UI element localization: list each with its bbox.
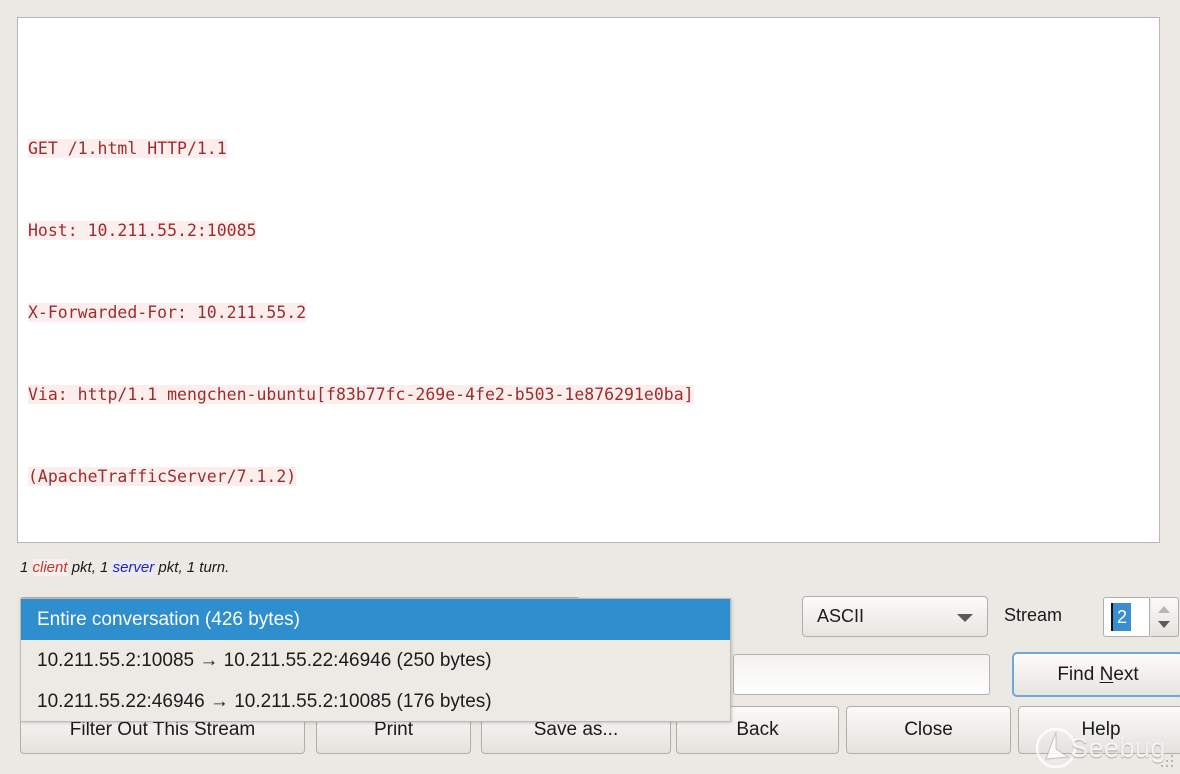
client-keyword: client (33, 559, 68, 576)
find-next-label-suffix: ext (1113, 664, 1138, 685)
stream-content-view[interactable]: GET /1.html HTTP/1.1 Host: 10.211.55.2:1… (17, 17, 1160, 543)
window-resize-grip[interactable] (1159, 753, 1177, 771)
find-input[interactable] (733, 654, 990, 695)
stream-number-stepper[interactable]: 2 (1103, 597, 1179, 637)
dropdown-option-client-to-server[interactable]: 10.211.55.22:46946 → 10.211.55.2:10085 (… (21, 681, 730, 722)
data-format-value: ASCII (817, 606, 864, 627)
arrow-down-icon[interactable] (1158, 621, 1170, 628)
status-tail-text: pkt, 1 turn. (154, 559, 229, 576)
status-mid-text: pkt, 1 (68, 559, 113, 576)
server-keyword: server (113, 559, 155, 576)
find-next-button[interactable]: Find Next (1012, 652, 1180, 697)
stream-number-input[interactable]: 2 (1103, 597, 1150, 637)
data-format-combobox[interactable]: ASCII (802, 596, 988, 637)
close-button[interactable]: Close (846, 706, 1011, 754)
find-next-accelerator: N (1100, 664, 1114, 685)
stream-line: GET /1.html HTTP/1.1 (28, 139, 227, 158)
stream-number-label: Stream (1004, 605, 1062, 626)
stream-line: (ApacheTrafficServer/7.1.2) (28, 467, 296, 486)
dropdown-option-server-to-client[interactable]: 10.211.55.2:10085 → 10.211.55.22:46946 (… (21, 640, 730, 681)
stream-line: X-Forwarded-For: 10.211.55.2 (28, 303, 306, 322)
stepper-buttons[interactable] (1151, 597, 1179, 637)
arrow-up-icon[interactable] (1158, 606, 1170, 613)
stream-direction-dropdown-list[interactable]: Entire conversation (426 bytes) 10.211.5… (20, 598, 731, 722)
chevron-down-icon (957, 614, 973, 622)
packet-summary-status: 1 client pkt, 1 server pkt, 1 turn. (20, 559, 229, 576)
stream-text: GET /1.html HTTP/1.1 Host: 10.211.55.2:1… (18, 18, 1159, 543)
stream-line: Host: 10.211.55.2:10085 (28, 221, 256, 240)
client-pkt-count: 1 (20, 559, 33, 576)
help-button[interactable]: Help (1018, 706, 1180, 754)
find-next-label-prefix: Find (1057, 664, 1099, 685)
dropdown-option-entire-conversation[interactable]: Entire conversation (426 bytes) (21, 599, 730, 640)
stream-line: Via: http/1.1 mengchen-ubuntu[f83b77fc-2… (28, 385, 694, 404)
stream-number-value: 2 (1113, 603, 1131, 631)
client-payload: GET /1.html HTTP/1.1 Host: 10.211.55.2:1… (28, 80, 1159, 543)
